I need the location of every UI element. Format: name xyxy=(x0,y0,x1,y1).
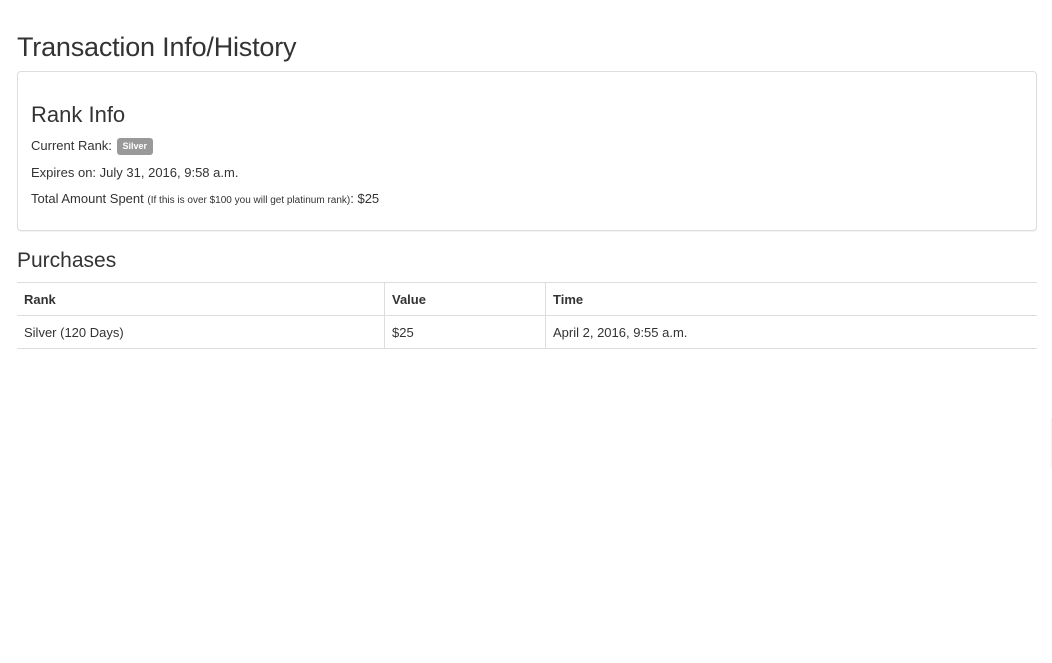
rank-info-panel: Rank Info Current Rank: Silver Expires o… xyxy=(17,71,1037,231)
purchases-heading: Purchases xyxy=(17,249,117,272)
column-header-value: Value xyxy=(384,282,546,316)
column-header-time: Time xyxy=(545,282,1037,316)
current-rank-label: Current Rank: xyxy=(31,138,112,153)
current-rank-line: Current Rank: Silver xyxy=(31,138,154,155)
expires-label: Expires on: xyxy=(31,165,97,180)
expires-line: Expires on: July 31, 2016, 9:58 a.m. xyxy=(31,165,238,180)
total-spent-value: : $25 xyxy=(350,191,380,206)
rank-info-heading: Rank Info xyxy=(31,102,126,127)
cell-value: $25 xyxy=(384,315,546,349)
column-header-rank: Rank xyxy=(17,282,385,316)
page-title: Transaction Info/History xyxy=(17,32,297,62)
expires-value: July 31, 2016, 9:58 a.m. xyxy=(99,165,239,180)
table-row: Silver (120 Days) $25 April 2, 2016, 9:5… xyxy=(17,315,1037,349)
table-header-row: Rank Value Time xyxy=(17,282,1037,316)
total-spent-line: Total Amount Spent (If this is over $100… xyxy=(31,191,379,206)
purchases-table: Rank Value Time Silver (120 Days) $25 Ap… xyxy=(17,282,1037,349)
cell-rank: Silver (120 Days) xyxy=(17,315,385,349)
total-spent-label: Total Amount Spent xyxy=(31,191,144,206)
cell-time: April 2, 2016, 9:55 a.m. xyxy=(545,315,1037,349)
rank-badge: Silver xyxy=(116,138,154,155)
total-spent-note: (If this is over $100 you will get plati… xyxy=(147,195,351,206)
